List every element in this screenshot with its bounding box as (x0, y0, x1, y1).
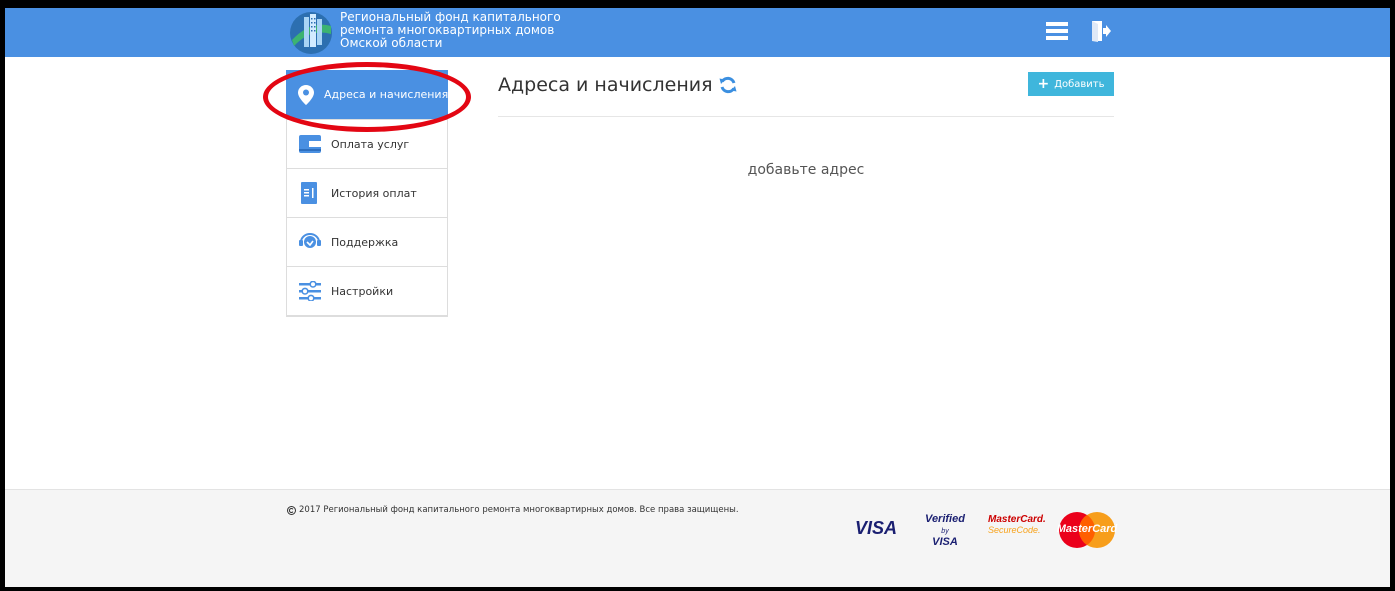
msc-line-2: SecureCode. (988, 525, 1041, 535)
page-title-text: Адреса и начисления (498, 74, 713, 96)
sidebar-item-settings[interactable]: Настройки (287, 267, 447, 316)
visa-logo: VISA (855, 518, 898, 538)
menu-icon[interactable] (1046, 20, 1068, 46)
org-name-line: Омской области (340, 36, 443, 50)
sidebar-item-label: История оплат (331, 186, 417, 200)
sidebar-item-label: Настройки (331, 284, 394, 298)
empty-state-message: добавьте адрес (747, 162, 865, 178)
sidebar-item-support[interactable]: Поддержка (287, 218, 447, 267)
sliders-icon (299, 280, 321, 302)
copyright-text: 2017 Региональный фонд капитального ремо… (299, 505, 739, 515)
support-icon (299, 231, 321, 253)
logout-icon[interactable] (1091, 20, 1111, 46)
sidebar-item-label: Оплата услуг (331, 137, 410, 151)
top-header: Региональный фонд капитального ремонта м… (5, 8, 1390, 57)
organization-name: Региональный фонд капитального ремонта м… (340, 11, 600, 50)
location-pin-icon (298, 84, 314, 106)
sidebar-menu: Адреса и начисления Оплата услуг История… (286, 70, 448, 317)
document-icon (299, 182, 321, 204)
page-title: Адреса и начисления (498, 74, 737, 96)
title-divider (498, 116, 1114, 117)
add-address-button[interactable]: + Добавить (1028, 72, 1114, 96)
verified-by-visa-logo: Verified by VISA (920, 514, 970, 548)
sidebar-item-label: Поддержка (331, 235, 399, 249)
vbv-visa-text: VISA (932, 536, 958, 548)
msc-line-1: MasterCard. (988, 514, 1046, 525)
logo-icon[interactable] (287, 10, 335, 56)
vbv-text: Verified (925, 513, 965, 525)
copyright: 2017 Региональный фонд капитального ремо… (287, 505, 739, 515)
add-button-label: Добавить (1054, 78, 1105, 90)
plus-icon: + (1037, 76, 1050, 92)
sidebar-item-addresses[interactable]: Адреса и начисления (286, 70, 448, 120)
mastercard-text: MasterCard (1056, 523, 1118, 535)
wallet-icon (299, 133, 321, 155)
copyright-icon (287, 505, 296, 515)
mastercard-logo: MasterCard (1055, 510, 1119, 550)
vbv-by-text: by (941, 528, 949, 535)
sidebar-item-payment[interactable]: Оплата услуг (287, 120, 447, 169)
footer: 2017 Региональный фонд капитального ремо… (5, 489, 1390, 587)
mastercard-securecode-logo: MasterCard. SecureCode. (988, 514, 1046, 536)
refresh-icon[interactable] (719, 76, 737, 94)
sidebar-item-history[interactable]: История оплат (287, 169, 447, 218)
sidebar-item-label: Адреса и начисления (324, 88, 449, 101)
